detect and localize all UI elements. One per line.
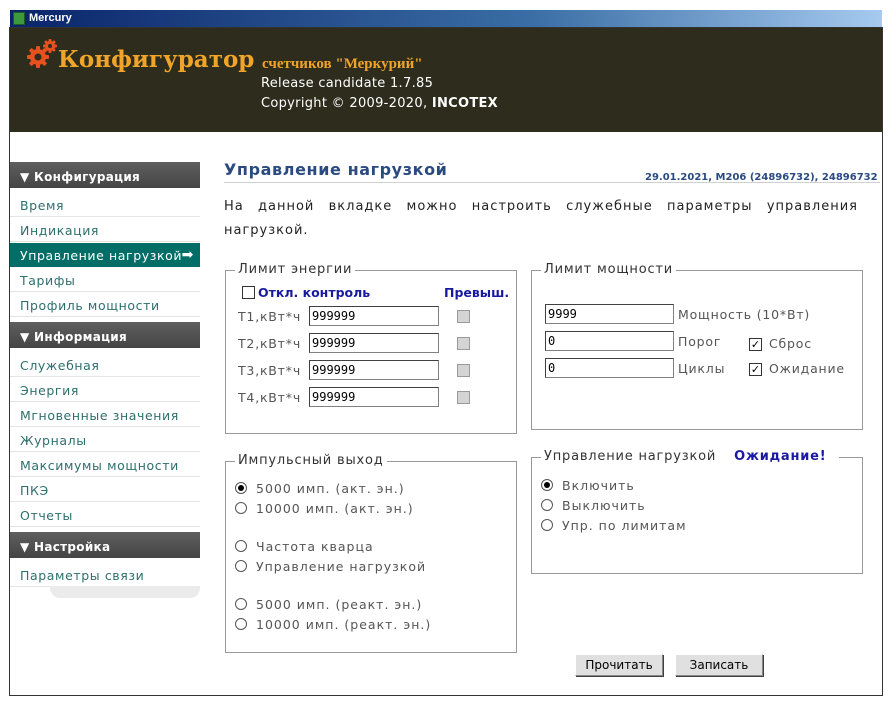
sidebar-item-pke[interactable]: ПКЭ [10, 478, 200, 502]
power-label: Мощность (10*Вт) [678, 307, 811, 322]
threshold-label: Порог [678, 334, 722, 349]
gears-icon [27, 39, 57, 68]
copyright: Copyright © 2009-2020, INCOTEX [261, 96, 498, 111]
read-button[interactable]: Прочитать [575, 654, 663, 676]
wait-label: Ожидание [769, 361, 845, 376]
sidebar-item-instant-values[interactable]: Мгновенные значения [10, 403, 200, 427]
copyright-text: Copyright © 2009-2020, [261, 96, 432, 111]
power-limit-legend: Лимит мощности [541, 262, 677, 277]
app-icon [13, 12, 25, 25]
t1-limit-input[interactable] [309, 306, 439, 326]
load-off-label: Выключить [562, 498, 646, 513]
app-header: Конфигуратор счетчиков "Меркурий" Releas… [10, 28, 882, 132]
quartz-frequency-label: Частота кварца [256, 539, 374, 554]
disable-control-label: Откл. контроль [258, 285, 371, 300]
load-off-radio[interactable] [541, 499, 553, 511]
pulse-5000-active-radio[interactable] [235, 482, 247, 494]
sidebar-section-settings[interactable]: ▼ Настройка [10, 532, 200, 558]
t1-label: T1,кВт*ч [238, 309, 302, 324]
sidebar-item-service[interactable]: Служебная [10, 353, 200, 377]
release-version: Release candidate 1.7.85 [261, 76, 434, 91]
t3-limit-input[interactable] [309, 360, 439, 380]
exceeded-header: Превыш. [444, 285, 510, 300]
app-title: Конфигуратор [58, 46, 255, 73]
power-input[interactable] [545, 304, 674, 324]
pulse-10000-reactive-radio[interactable] [235, 618, 247, 630]
quartz-frequency-radio[interactable] [235, 540, 247, 552]
window-title-bar[interactable]: Mercury [10, 10, 882, 27]
write-button[interactable]: Записать [675, 654, 763, 676]
pulse-load-control-radio[interactable] [235, 560, 247, 572]
cycles-label: Циклы [678, 361, 726, 376]
t3-label: T3,кВт*ч [238, 363, 302, 378]
pulse-load-control-label: Управление нагрузкой [256, 559, 427, 574]
copyright-company: INCOTEX [431, 96, 498, 111]
load-control-legend-text: Управление нагрузкой [544, 449, 717, 464]
pulse-5000-reactive-label: 5000 имп. (реакт. эн.) [256, 597, 423, 612]
t4-exceeded-indicator [457, 391, 470, 404]
sidebar-section-configuration[interactable]: ▼ Конфигурация [10, 162, 200, 188]
sidebar-section-information[interactable]: ▼ Информация [10, 322, 200, 348]
sidebar-footer [50, 586, 200, 598]
threshold-input[interactable] [545, 331, 674, 351]
t4-label: T4,кВт*ч [238, 390, 302, 405]
t3-exceeded-indicator [457, 364, 470, 377]
load-on-label: Включить [562, 478, 635, 493]
pulse-10000-active-radio[interactable] [235, 502, 247, 514]
sidebar-item-power-profile[interactable]: Профиль мощности [10, 293, 200, 317]
page-title: Управление нагрузкой [224, 160, 448, 179]
sidebar-item-journals[interactable]: Журналы [10, 428, 200, 452]
t1-exceeded-indicator [457, 310, 470, 323]
load-on-radio[interactable] [541, 479, 553, 491]
sidebar-item-power-maximums[interactable]: Максимумы мощности [10, 453, 200, 477]
reset-label: Сброс [769, 336, 812, 351]
app-subtitle: счетчиков "Меркурий" [262, 56, 423, 72]
load-by-limits-radio[interactable] [541, 519, 553, 531]
sidebar-item-label: Управление нагрузкой [20, 248, 183, 263]
pulse-5000-active-label: 5000 имп. (акт. эн.) [256, 481, 405, 496]
wait-checkbox[interactable]: ✓ [749, 363, 762, 376]
load-by-limits-label: Упр. по лимитам [562, 518, 687, 533]
load-control-legend: Управление нагрузкой Ожидание! [541, 449, 839, 464]
sidebar-item-tariffs[interactable]: Тарифы [10, 268, 200, 292]
disable-control-checkbox[interactable] [242, 286, 255, 299]
title-divider [224, 182, 880, 183]
pulse-10000-reactive-label: 10000 имп. (реакт. эн.) [256, 617, 432, 632]
sidebar-item-connection-params[interactable]: Параметры связи [10, 563, 200, 587]
energy-limit-legend: Лимит энергии [235, 262, 356, 277]
window-title: Mercury [29, 12, 72, 24]
sidebar-item-energy[interactable]: Энергия [10, 378, 200, 402]
reset-checkbox[interactable]: ✓ [749, 338, 762, 351]
sidebar-item-load-control[interactable]: Управление нагрузкой ➡ [10, 243, 200, 267]
pulse-10000-active-label: 10000 имп. (акт. эн.) [256, 501, 414, 516]
pulse-output-legend: Импульсный выход [235, 453, 387, 468]
t2-exceeded-indicator [457, 337, 470, 350]
pulse-5000-reactive-radio[interactable] [235, 598, 247, 610]
sidebar-item-indication[interactable]: Индикация [10, 218, 200, 242]
load-control-status: Ожидание! [734, 449, 827, 464]
load-control-group: Управление нагрузкой Ожидание! [531, 449, 863, 574]
t4-limit-input[interactable] [309, 387, 439, 407]
sidebar-item-reports[interactable]: Отчеты [10, 503, 200, 527]
t2-limit-input[interactable] [309, 333, 439, 353]
page-description: На данной вкладке можно настроить служеб… [224, 199, 858, 238]
sidebar-item-time[interactable]: Время [10, 193, 200, 217]
cycles-input[interactable] [545, 358, 674, 378]
arrow-right-icon: ➡ [181, 247, 194, 263]
t2-label: T2,кВт*ч [238, 336, 302, 351]
